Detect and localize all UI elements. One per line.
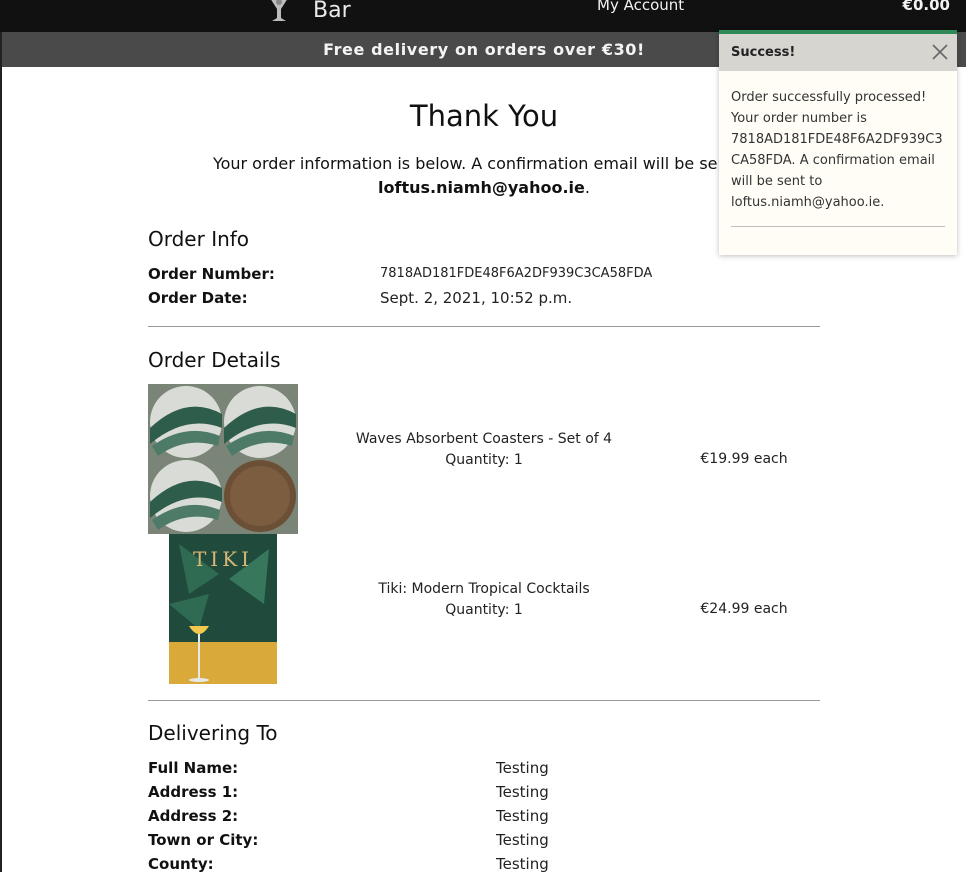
toast-title: Success! xyxy=(731,45,796,60)
delivering-to-heading: Delivering To xyxy=(148,721,278,745)
order-date-label: Order Date: xyxy=(148,289,248,307)
coasters-picture xyxy=(148,384,298,534)
town-city-label: Town or City: xyxy=(148,831,259,849)
toast-header: Success! xyxy=(719,34,957,71)
full-name-value: Testing xyxy=(496,759,549,777)
divider xyxy=(148,326,820,327)
full-name-label: Full Name: xyxy=(148,759,239,777)
address1-label: Address 1: xyxy=(148,783,239,801)
address2-label: Address 2: xyxy=(148,807,239,825)
confirmation-email: loftus.niamh@yahoo.ie xyxy=(378,178,585,197)
tiki-book-cover: TIKI xyxy=(169,534,277,684)
shopping-bag-total[interactable]: €0.00 xyxy=(903,0,950,15)
address2-value: Testing xyxy=(496,807,549,825)
county-label: County: xyxy=(148,855,214,872)
county-value: Testing xyxy=(496,855,549,872)
order-info-heading: Order Info xyxy=(148,227,250,251)
product-image-tiki-book[interactable]: TIKI xyxy=(169,534,277,684)
order-date-value: Sept. 2, 2021, 10:52 p.m. xyxy=(380,289,573,307)
success-toast: Success! Order successfully processed! Y… xyxy=(719,30,957,255)
logo-text[interactable]: Bar xyxy=(313,0,351,28)
address1-value: Testing xyxy=(496,783,549,801)
cocktail-glass-icon[interactable] xyxy=(264,0,294,26)
product-quantity: Quantity: 1 xyxy=(445,452,523,468)
toast-message: Order successfully processed! Your order… xyxy=(731,90,943,210)
order-number-label: Order Number: xyxy=(148,265,275,283)
product-price: €24.99 each xyxy=(700,601,788,617)
toast-divider xyxy=(731,226,945,227)
product-name: Waves Absorbent Coasters - Set of 4 xyxy=(355,431,613,447)
email-suffix: . xyxy=(584,178,590,197)
order-details-heading: Order Details xyxy=(148,348,281,372)
divider xyxy=(148,700,820,701)
product-price: €19.99 each xyxy=(700,451,788,467)
my-account-link[interactable]: My Account xyxy=(597,0,684,15)
close-icon[interactable] xyxy=(931,43,949,61)
product-image-coasters[interactable] xyxy=(148,384,298,534)
book-title-art: TIKI xyxy=(193,547,253,571)
top-navbar: Bar My Account €0.00 xyxy=(0,0,966,32)
product-name: Tiki: Modern Tropical Cocktails xyxy=(378,581,590,597)
town-city-value: Testing xyxy=(496,831,549,849)
order-number-value: 7818AD181FDE48F6A2DF939C3CA58FDA xyxy=(380,266,653,281)
product-quantity: Quantity: 1 xyxy=(445,602,523,618)
left-border xyxy=(0,32,2,872)
